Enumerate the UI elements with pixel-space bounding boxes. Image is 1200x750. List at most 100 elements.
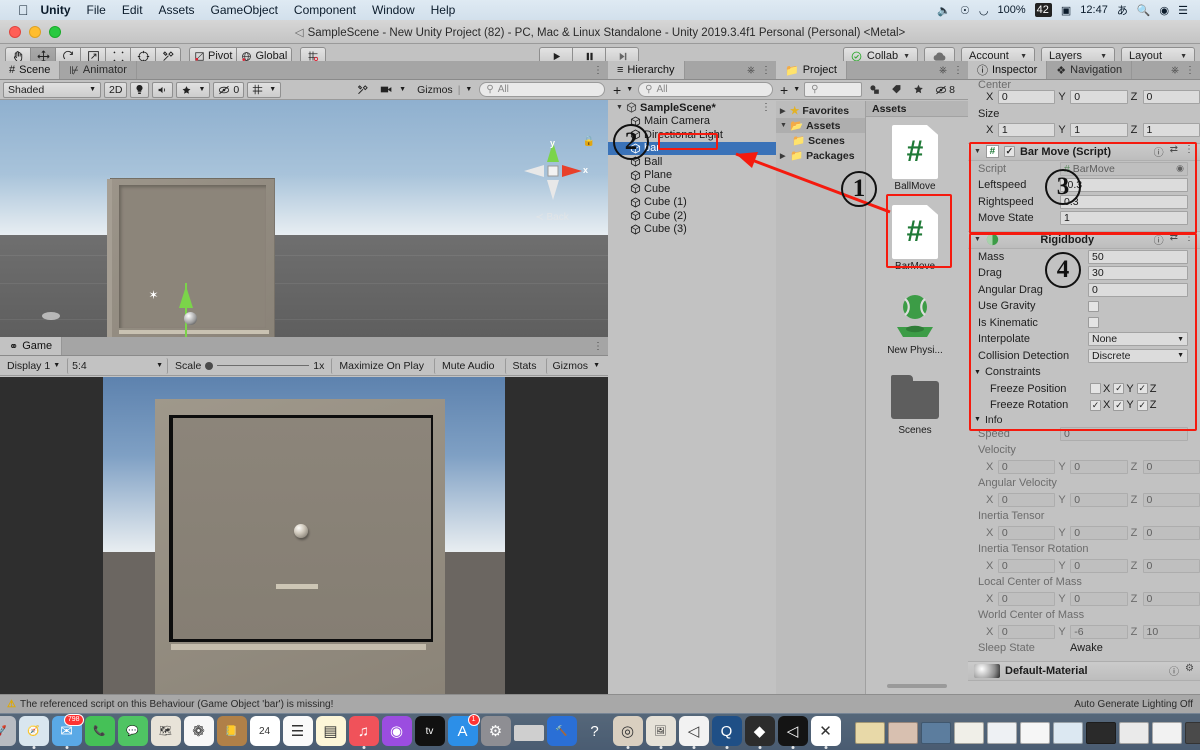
size-z-field[interactable]: 1 xyxy=(1142,123,1200,138)
dock-window-thumb-5[interactable] xyxy=(986,722,1017,744)
dock-icon-unity-dark[interactable]: ◁ xyxy=(777,716,808,749)
asset-item-ballmove[interactable]: # BallMove xyxy=(880,125,950,192)
dock-window-thumb-8[interactable] xyxy=(1085,722,1116,744)
chevron-down-icon[interactable]: ▼ xyxy=(616,104,623,111)
dock-window-thumb-2[interactable] xyxy=(887,722,918,744)
filter-by-label-button[interactable] xyxy=(887,82,906,98)
scene-tools-button[interactable] xyxy=(353,82,373,98)
help-icon[interactable]: ⓘ xyxy=(1169,663,1179,678)
favorites-filter-button[interactable] xyxy=(909,82,928,98)
dock-icon-messages[interactable]: 💬 xyxy=(117,716,148,746)
project-search-input[interactable]: ⚲ xyxy=(804,82,863,97)
project-hidden-count[interactable]: 8 xyxy=(931,82,959,98)
game-viewport[interactable] xyxy=(0,377,608,694)
scene-hidden-objects[interactable]: 0 xyxy=(213,81,245,98)
constraints-foldout[interactable]: ▼ Constraints xyxy=(968,364,1200,381)
tab-navigation[interactable]: ❖ Navigation xyxy=(1047,61,1133,79)
project-tree-favorites[interactable]: ▶ ★ Favorites xyxy=(776,103,865,118)
chevron-down-icon[interactable]: ▼ xyxy=(974,416,981,423)
wifi-icon[interactable]: ◡ xyxy=(979,4,989,17)
dock-icon-sketch[interactable]: ◆ xyxy=(744,716,775,749)
dock-icon-safari[interactable]: 🧭 xyxy=(18,716,49,749)
kebab-menu-icon[interactable]: ⋮ xyxy=(1184,144,1194,159)
size-x-field[interactable]: 1 xyxy=(997,123,1056,138)
scale-slider-track[interactable] xyxy=(217,365,310,366)
dock-icon-podcasts[interactable]: ◉ xyxy=(381,716,412,746)
dock-window-thumb-6[interactable] xyxy=(1019,722,1050,744)
project-tree-packages[interactable]: ▶ 📁 Packages xyxy=(776,148,865,163)
menu-component[interactable]: Component xyxy=(294,3,356,17)
dock-icon-music[interactable]: ♫ xyxy=(348,716,379,749)
kebab-menu-icon[interactable]: ⋮ xyxy=(761,65,771,76)
dock-icon-contacts[interactable]: 📒 xyxy=(216,716,247,746)
collision-detection-dropdown[interactable]: Discrete ▼ xyxy=(1088,348,1188,363)
dock-icon-notes[interactable]: ▤ xyxy=(315,716,346,746)
material-component-header[interactable]: Default-Material ⓘ ⚙ xyxy=(968,660,1200,681)
scene-camera-dropdown[interactable]: ▼ xyxy=(376,82,410,98)
status-message[interactable]: The referenced script on this Behaviour … xyxy=(20,699,333,710)
dock-icon-visual-studio-code[interactable]: ✕ xyxy=(810,716,841,749)
dock-icon-qlab[interactable]: Q xyxy=(711,716,742,749)
tab-hierarchy[interactable]: ≡ Hierarchy xyxy=(608,61,685,79)
dock-window-thumb-7[interactable] xyxy=(1052,722,1083,744)
dock-icon-help[interactable]: ? xyxy=(580,716,610,746)
project-asset-grid[interactable]: Assets # BallMove # BarMove New Physi...… xyxy=(866,101,968,694)
siri-icon[interactable]: ◉ xyxy=(1160,4,1170,17)
lock-icon[interactable]: ⎈ xyxy=(939,65,947,76)
dock-icon-unity-white[interactable]: ◁ xyxy=(678,716,709,749)
shading-mode-dropdown[interactable]: Shaded ▼ xyxy=(3,81,101,98)
scale-slider[interactable]: Scale 1x xyxy=(171,358,328,374)
mass-field[interactable]: 50 xyxy=(1088,249,1188,264)
scene-search-input[interactable]: ⚲ All xyxy=(479,82,605,97)
hierarchy-item-cube-1[interactable]: Cube (1) xyxy=(608,196,776,210)
dock-icon-calendar[interactable]: 24 xyxy=(249,716,280,746)
interpolate-dropdown[interactable]: None ▼ xyxy=(1088,332,1188,347)
object-picker-icon[interactable]: ◉ xyxy=(1176,163,1184,174)
scene-lighting-toggle[interactable] xyxy=(130,81,150,98)
kebab-menu-icon[interactable]: ⋮ xyxy=(953,65,963,76)
podcast-icon[interactable]: ☉ xyxy=(960,4,970,17)
mute-audio-button[interactable]: Mute Audio xyxy=(433,357,502,374)
kebab-menu-icon[interactable]: ⋮ xyxy=(593,65,603,76)
bar-move-component-header[interactable]: ▼ # ✓ Bar Move (Script) ⓘ ⇄ ⋮ xyxy=(968,142,1200,161)
dock-icon-appletv[interactable]: tv xyxy=(414,716,445,746)
hierarchy-scene-root[interactable]: ▼ SampleScene* ⋮ xyxy=(608,101,776,115)
game-gizmos-dropdown[interactable]: Gizmos ▼ xyxy=(546,357,605,374)
center-y-field[interactable]: 0 xyxy=(1070,90,1128,105)
size-y-field[interactable]: 1 xyxy=(1070,123,1128,138)
info-foldout[interactable]: ▼ Info xyxy=(968,414,1200,426)
rightspeed-field[interactable]: 0.3 xyxy=(1060,194,1188,209)
kebab-menu-icon[interactable]: ⋮ xyxy=(1184,232,1194,247)
search-icon[interactable]: 🔍 xyxy=(1137,4,1151,17)
freeze-rotation-y-checkbox[interactable]: ✓ xyxy=(1113,399,1125,411)
hierarchy-item-plane[interactable]: Plane xyxy=(608,169,776,183)
control-center-icon[interactable]: ☰ xyxy=(1178,4,1188,17)
menu-edit[interactable]: Edit xyxy=(122,3,143,17)
angular-drag-field[interactable]: 0 xyxy=(1088,282,1188,297)
dock-window-thumb-1[interactable] xyxy=(854,722,885,744)
project-tree-scenes[interactable]: 📁 Scenes xyxy=(776,133,865,148)
dock-window-thumb-3[interactable] xyxy=(920,722,951,744)
aspect-ratio-dropdown[interactable]: 5:4 ▼ xyxy=(67,357,169,374)
hierarchy-tree[interactable]: ▼ SampleScene* ⋮ Main Camera Directional … xyxy=(608,101,776,694)
project-tree-assets[interactable]: ▼ 📂 Assets xyxy=(776,118,865,133)
calendar-icon[interactable]: ▣ xyxy=(1061,4,1071,17)
script-object-field[interactable]: # BarMove ◉ xyxy=(1060,161,1188,176)
dock-window-thumb-11[interactable] xyxy=(1184,722,1200,744)
dock-icon-mail[interactable]: ✉ 798 xyxy=(51,714,84,749)
gear-icon[interactable]: ⚙ xyxy=(1185,663,1194,678)
center-z-field[interactable]: 0 xyxy=(1142,90,1200,105)
scene-grid-dropdown[interactable]: ▼ xyxy=(247,81,282,98)
battery-icon[interactable]: 42 xyxy=(1034,3,1052,17)
scene-viewport[interactable]: ✶ y x 🔒 ≺ Back xyxy=(0,100,608,338)
input-source-indicator[interactable]: あ xyxy=(1117,2,1128,18)
project-grid-scrollbar[interactable] xyxy=(866,684,968,688)
dock-icon-preview[interactable]: 🖼 xyxy=(645,716,676,749)
gizmos-dropdown[interactable]: Gizmos | ▼ xyxy=(413,82,476,98)
kebab-menu-icon[interactable]: ⋮ xyxy=(761,102,776,113)
hierarchy-item-cube-3[interactable]: Cube (3) xyxy=(608,223,776,237)
filter-by-type-button[interactable] xyxy=(865,82,884,98)
dock-icon-xcode[interactable]: 🔨 xyxy=(546,716,577,746)
tab-scene[interactable]: # Scene xyxy=(0,61,61,79)
display-dropdown[interactable]: Display 1 ▼ xyxy=(3,358,64,374)
